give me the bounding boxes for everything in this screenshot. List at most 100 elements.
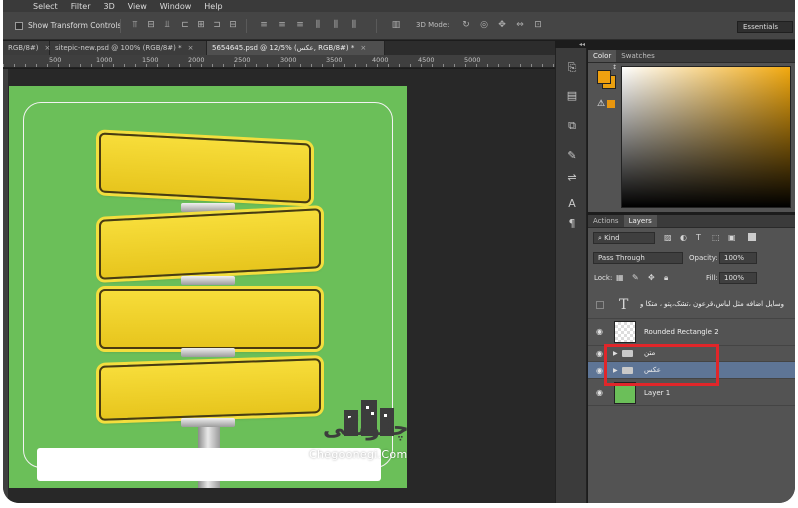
close-icon[interactable]: ×: [188, 44, 194, 52]
menu-3d[interactable]: 3D: [104, 2, 115, 11]
filter-kind-value: Kind: [604, 234, 620, 242]
layers-panel-tabs: Actions Layers: [588, 215, 795, 228]
tab-layers[interactable]: Layers: [623, 215, 657, 227]
eye-icon[interactable]: ◉: [596, 327, 603, 336]
menu-view[interactable]: View: [128, 2, 147, 11]
tab-document-active[interactable]: 5654645.psd @ 12/5% (عکس, RGB/8#) * ×: [207, 41, 385, 55]
history-icon[interactable]: ⎘: [564, 60, 580, 76]
tab-actions[interactable]: Actions: [588, 215, 624, 227]
distribute-top-icon[interactable]: ≡: [259, 20, 269, 31]
opacity-input[interactable]: 100%: [719, 252, 757, 264]
ruler-label: 5000: [464, 56, 481, 64]
3d-rotate-icon[interactable]: ↻: [461, 20, 471, 31]
layer-row-text[interactable]: T وسایل اضافه مثل لباس،قرعون ،تشک،پتو ، …: [588, 292, 795, 319]
menu-window[interactable]: Window: [160, 2, 192, 11]
layer-row-rounded-rectangle[interactable]: ◉ Rounded Rectangle 2: [588, 319, 795, 346]
menu-help[interactable]: Help: [204, 2, 222, 11]
brush-icon[interactable]: ✎: [564, 148, 580, 164]
3d-mode-label: 3D Mode:: [416, 21, 450, 29]
align-vcenter-icon[interactable]: ⊟: [146, 20, 156, 31]
lock-all-icon[interactable]: 🔒︎: [664, 273, 668, 283]
gamut-color-swatch[interactable]: [607, 100, 615, 108]
menu-filter[interactable]: Filter: [71, 2, 91, 11]
watermark-logo: چگونگی Chegoonegi.Com: [309, 396, 409, 466]
layer-name: Layer 1: [644, 389, 671, 397]
3d-scale-icon[interactable]: ⊡: [533, 20, 543, 31]
align-bottom-icon[interactable]: ⫫: [162, 20, 172, 31]
tab-document-2[interactable]: sitepic-new.psd @ 100% (RGB/8#) * ×: [50, 41, 207, 55]
filter-adjustment-icon[interactable]: ◐: [680, 233, 687, 242]
panel-dock-strip: ⎘ ▤ ⧉ ✎ ⇌ A ¶: [555, 48, 587, 503]
menu-select[interactable]: Select: [33, 2, 58, 11]
adjustments-icon[interactable]: ⧉: [564, 118, 580, 134]
auto-align-icon[interactable]: ▥: [391, 20, 401, 31]
character-icon[interactable]: A: [564, 196, 580, 212]
paragraph-icon[interactable]: ¶: [564, 216, 580, 232]
ruler-label: 1000: [96, 56, 113, 64]
blend-row: Pass Through Opacity: 100%: [588, 252, 795, 266]
filter-kind-select[interactable]: ⌕ Kind: [593, 232, 655, 244]
color-panel-tabs: Color Swatches: [588, 50, 795, 63]
lock-row: Lock: ▦ ✎ ✥ 🔒︎ Fill: 100%: [588, 272, 795, 286]
lock-pixels-icon[interactable]: ✎: [632, 273, 639, 282]
signpost-clamp: [181, 348, 235, 357]
divider: [246, 19, 247, 33]
distribute-vcenter-icon[interactable]: ≡: [277, 20, 287, 31]
distribute-bottom-icon[interactable]: ≡: [295, 20, 305, 31]
filter-type-icon[interactable]: T: [696, 233, 701, 242]
document-tabs: RGB/8#) × sitepic-new.psd @ 100% (RGB/8#)…: [3, 41, 555, 55]
align-left-icon[interactable]: ⊏: [180, 20, 190, 31]
ruler-label: 4500: [418, 56, 435, 64]
document-artboard[interactable]: چگونگی Chegoonegi.Com: [9, 86, 409, 488]
distribute-icon[interactable]: ⊟: [228, 20, 238, 31]
ruler-label: 2500: [234, 56, 251, 64]
tab-color[interactable]: Color: [588, 50, 617, 62]
watermark-farsi: چگونگی: [323, 416, 409, 441]
distribute-left-icon[interactable]: ⫼: [313, 20, 323, 31]
color-spectrum-picker[interactable]: [621, 66, 791, 208]
filter-smart-object-icon[interactable]: ▣: [728, 233, 736, 242]
tab-swatches[interactable]: Swatches: [616, 50, 659, 62]
visibility-toggle[interactable]: [596, 301, 604, 309]
signpost-clamp: [181, 276, 235, 285]
ruler-label: 1500: [142, 56, 159, 64]
collapse-panels-button[interactable]: ◂◂: [555, 41, 587, 48]
lock-transparent-icon[interactable]: ▦: [616, 273, 624, 282]
blend-mode-select[interactable]: Pass Through: [593, 252, 683, 264]
options-bar: Show Transform Controls ⫪ ⊟ ⫫ ⊏ ⊞ ⊐ ⊟ ≡ …: [3, 12, 795, 40]
align-right-icon[interactable]: ⊐: [212, 20, 222, 31]
distribute-right-icon[interactable]: ⫼: [349, 20, 359, 31]
layer-name: Rounded Rectangle 2: [644, 328, 719, 336]
align-hcenter-icon[interactable]: ⊞: [196, 20, 206, 31]
eye-icon[interactable]: ◉: [596, 366, 603, 375]
show-transform-controls-checkbox[interactable]: [15, 22, 23, 30]
layer-thumbnail: [614, 321, 636, 343]
3d-roll-icon[interactable]: ◎: [479, 20, 489, 31]
text-layer-icon: T: [619, 297, 629, 313]
properties-icon[interactable]: ▤: [564, 88, 580, 104]
canvas-area[interactable]: چگونگی Chegoonegi.Com: [8, 69, 555, 503]
eye-icon[interactable]: ◉: [596, 349, 603, 358]
signboard: [99, 208, 321, 280]
divider: [120, 19, 121, 33]
3d-drag-icon[interactable]: ✥: [497, 20, 507, 31]
warning-icon[interactable]: ⚠: [597, 99, 605, 109]
tab-document-1[interactable]: RGB/8#) ×: [3, 41, 50, 55]
ruler-label: 2000: [188, 56, 205, 64]
fill-input[interactable]: 100%: [719, 272, 757, 284]
highlight-annotation: [604, 344, 719, 386]
foreground-color-swatch[interactable]: [597, 70, 611, 84]
filter-pixel-icon[interactable]: ▨: [664, 233, 672, 242]
3d-slide-icon[interactable]: ⇔: [515, 20, 525, 31]
clone-source-icon[interactable]: ⇌: [564, 170, 580, 186]
workspace-switcher[interactable]: Essentials: [737, 21, 793, 33]
align-top-icon[interactable]: ⫪: [130, 20, 140, 31]
signpost-clamp: [181, 203, 235, 212]
distribute-hcenter-icon[interactable]: ⫼: [331, 20, 341, 31]
filter-toggle[interactable]: [748, 233, 756, 241]
filter-shape-icon[interactable]: ⬚: [712, 233, 720, 242]
close-icon[interactable]: ×: [360, 44, 366, 52]
lock-position-icon[interactable]: ✥: [648, 273, 655, 282]
swap-colors-icon[interactable]: ↕: [612, 64, 617, 71]
eye-icon[interactable]: ◉: [596, 388, 603, 397]
